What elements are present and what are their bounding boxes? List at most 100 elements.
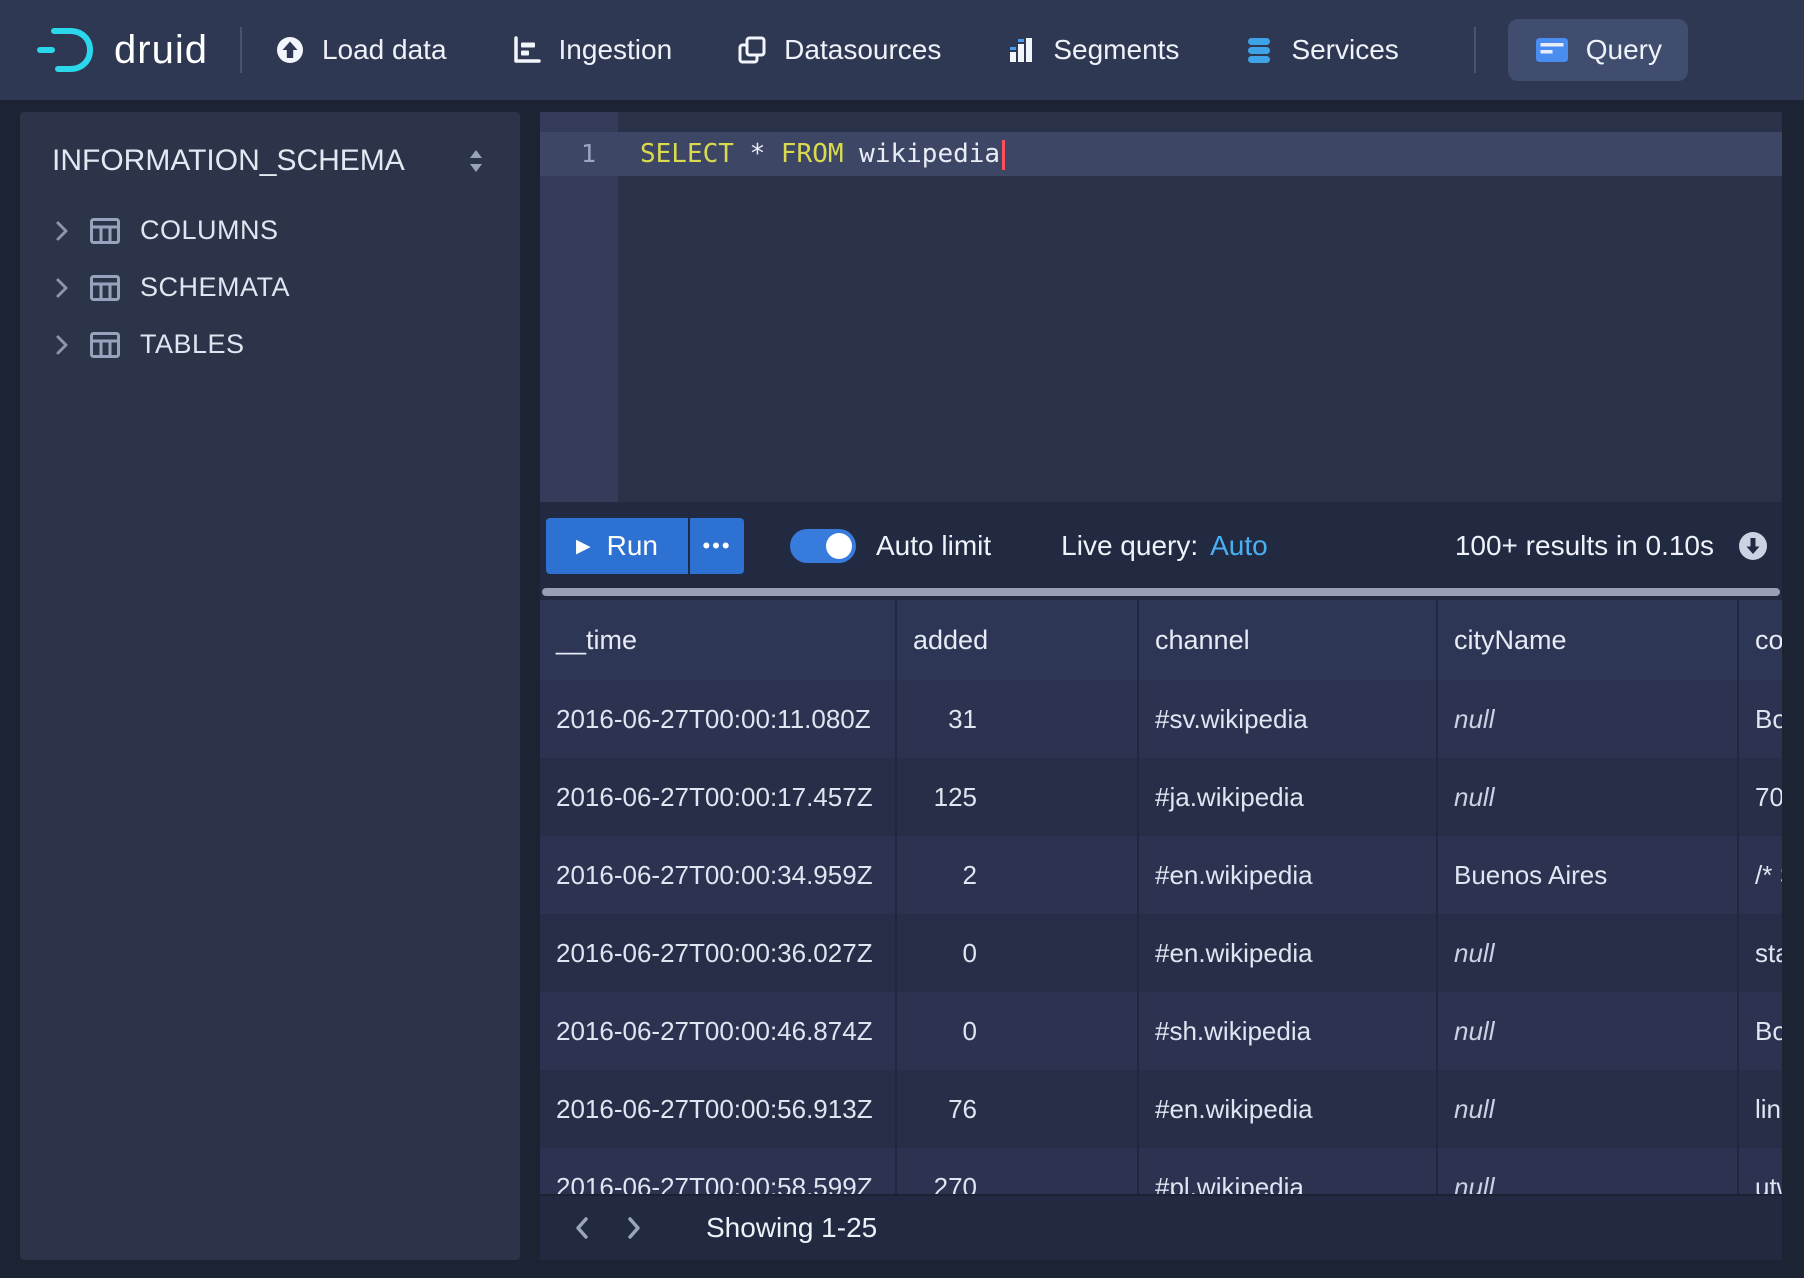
chevron-right-icon: [54, 277, 70, 299]
cell-added: 31: [897, 680, 1139, 758]
cell-cityname: null: [1438, 1148, 1739, 1194]
cell-comment: 70:: [1739, 758, 1782, 836]
sidebar-item-label: TABLES: [140, 329, 245, 360]
cell-added: 0: [897, 914, 1139, 992]
cell-comment: sta: [1739, 914, 1782, 992]
nav-item-label: Load data: [322, 34, 447, 66]
editor-line-number: 1: [540, 132, 596, 176]
pagination-bar: Showing 1-25: [540, 1194, 1782, 1260]
cell-time: 2016-06-27T00:00:58.599Z: [540, 1148, 897, 1194]
sql-keyword: SELECT: [640, 139, 734, 169]
navbar-divider: [240, 27, 242, 73]
schema-header: INFORMATION_SCHEMA: [20, 112, 520, 202]
run-more-options-button[interactable]: •••: [690, 518, 744, 574]
query-console-icon: [1534, 34, 1570, 66]
sidebar-item-label: COLUMNS: [140, 215, 279, 246]
cell-comment: lin: [1739, 1070, 1782, 1148]
cell-comment: utw: [1739, 1148, 1782, 1194]
nav-item-label: Services: [1291, 34, 1398, 66]
cell-cityname: null: [1438, 758, 1739, 836]
nav-item-label: Query: [1586, 34, 1662, 66]
segments-bar-chart-icon: [1005, 34, 1037, 66]
cell-channel: #en.wikipedia: [1139, 914, 1438, 992]
cell-cityname: null: [1438, 914, 1739, 992]
auto-limit-toggle[interactable]: [790, 529, 856, 563]
results-table: __time added channel cityName co 2016-06…: [540, 600, 1782, 1194]
cell-comment: /* S: [1739, 836, 1782, 914]
next-page-chevron-icon[interactable]: [608, 1202, 660, 1254]
nav-item-segments[interactable]: Segments: [1005, 34, 1179, 66]
cell-added: 76: [897, 1070, 1139, 1148]
horizontal-scrollbar[interactable]: [542, 588, 1780, 596]
nav-item-label: Ingestion: [559, 34, 673, 66]
nav-item-services[interactable]: Services: [1243, 34, 1398, 66]
table-icon: [90, 332, 120, 358]
run-button[interactable]: ▶ Run: [546, 518, 688, 574]
table-row: 2016-06-27T00:00:34.959Z 2 #en.wikipedia…: [540, 836, 1782, 914]
results-header-row: __time added channel cityName co: [540, 600, 1782, 680]
column-header-channel[interactable]: channel: [1139, 600, 1438, 680]
sql-code-line: SELECT * FROM wikipedia: [640, 132, 1005, 176]
cell-channel: #sv.wikipedia: [1139, 680, 1438, 758]
navbar-right: Query: [1442, 19, 1688, 81]
datasources-icon: [736, 34, 768, 66]
cell-cityname: Buenos Aires: [1438, 836, 1739, 914]
table-icon: [90, 275, 120, 301]
sidebar-item-schemata[interactable]: SCHEMATA: [20, 259, 520, 316]
druid-logo-icon: [36, 25, 100, 75]
text-cursor: [1002, 140, 1005, 170]
sql-table-name: wikipedia: [859, 139, 1000, 169]
cell-time: 2016-06-27T00:00:17.457Z: [540, 758, 897, 836]
showing-range-label: Showing 1-25: [706, 1212, 877, 1244]
query-toolbar: ▶ Run ••• Auto limit Live query: Auto 10…: [540, 508, 1782, 584]
table-row: 2016-06-27T00:00:58.599Z 270 #pl.wikiped…: [540, 1148, 1782, 1194]
auto-limit-label: Auto limit: [876, 530, 991, 562]
sidebar-item-tables[interactable]: TABLES: [20, 316, 520, 373]
cell-time: 2016-06-27T00:00:36.027Z: [540, 914, 897, 992]
cell-time: 2016-06-27T00:00:34.959Z: [540, 836, 897, 914]
nav-item-load-data[interactable]: Load data: [274, 34, 447, 66]
table-row: 2016-06-27T00:00:46.874Z 0 #sh.wikipedia…: [540, 992, 1782, 1070]
navbar-items: Load data Ingestion Datasources: [274, 34, 1399, 66]
column-header-cityname[interactable]: cityName: [1438, 600, 1739, 680]
nav-item-ingestion[interactable]: Ingestion: [511, 34, 673, 66]
cell-comment: Bo: [1739, 992, 1782, 1070]
schema-title: INFORMATION_SCHEMA: [52, 144, 405, 178]
cell-time: 2016-06-27T00:00:11.080Z: [540, 680, 897, 758]
nav-item-datasources[interactable]: Datasources: [736, 34, 941, 66]
toggle-knob: [826, 533, 852, 559]
brand-name: druid: [114, 28, 208, 73]
cell-channel: #ja.wikipedia: [1139, 758, 1438, 836]
query-main-panel: 1 SELECT * FROM wikipedia ▶ Run ••• Auto…: [540, 112, 1782, 1260]
cell-comment: Bo: [1739, 680, 1782, 758]
druid-brand: druid: [36, 25, 208, 75]
table-row: 2016-06-27T00:00:11.080Z 31 #sv.wikipedi…: [540, 680, 1782, 758]
sidebar-item-columns[interactable]: COLUMNS: [20, 202, 520, 259]
cell-added: 2: [897, 836, 1139, 914]
ingestion-chart-icon: [511, 34, 543, 66]
services-database-icon: [1243, 34, 1275, 66]
prev-page-chevron-icon[interactable]: [556, 1202, 608, 1254]
download-results-icon[interactable]: [1736, 529, 1770, 563]
live-query-label: Live query:: [1061, 530, 1198, 562]
nav-item-label: Segments: [1053, 34, 1179, 66]
live-query-value[interactable]: Auto: [1210, 530, 1268, 562]
column-header-time[interactable]: __time: [540, 600, 897, 680]
table-row: 2016-06-27T00:00:36.027Z 0 #en.wikipedia…: [540, 914, 1782, 992]
nav-item-label: Datasources: [784, 34, 941, 66]
results-info: 100+ results in 0.10s: [1455, 530, 1714, 562]
cell-time: 2016-06-27T00:00:46.874Z: [540, 992, 897, 1070]
cell-channel: #sh.wikipedia: [1139, 992, 1438, 1070]
play-icon: ▶: [576, 537, 591, 556]
column-header-added[interactable]: added: [897, 600, 1139, 680]
sort-double-caret-icon[interactable]: [466, 147, 486, 175]
sql-editor[interactable]: 1 SELECT * FROM wikipedia: [540, 112, 1782, 502]
cell-added: 125: [897, 758, 1139, 836]
cell-added: 0: [897, 992, 1139, 1070]
run-button-label: Run: [607, 530, 658, 562]
column-header-comment[interactable]: co: [1739, 600, 1782, 680]
nav-item-query[interactable]: Query: [1508, 19, 1688, 81]
cell-cityname: null: [1438, 1070, 1739, 1148]
chevron-right-icon: [54, 220, 70, 242]
cell-added: 270: [897, 1148, 1139, 1194]
